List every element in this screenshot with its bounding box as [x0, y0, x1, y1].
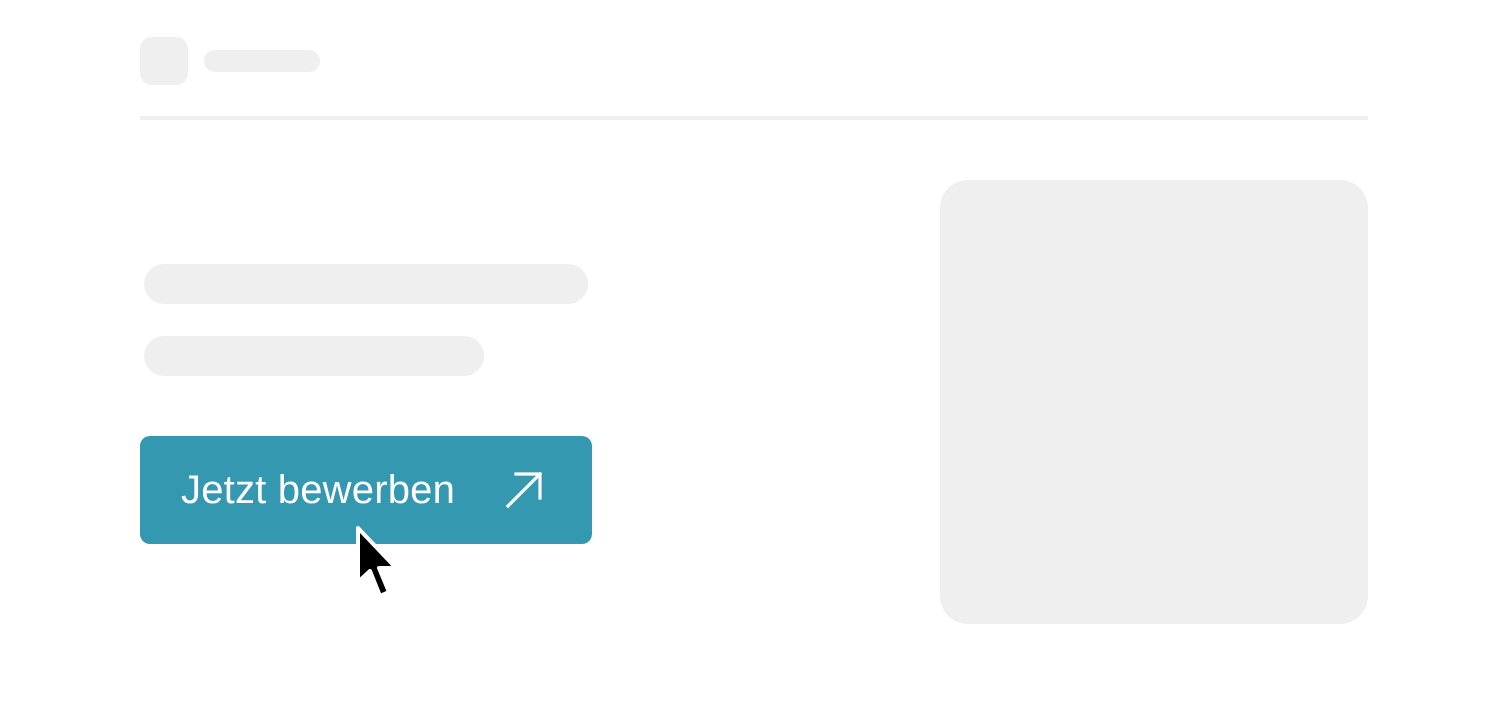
mouse-pointer-icon [356, 526, 398, 598]
header-divider [140, 116, 1368, 120]
image-placeholder [940, 180, 1368, 624]
apply-now-label: Jetzt bewerben [181, 468, 456, 512]
logo-placeholder [140, 37, 188, 85]
headline-placeholder-line-2 [144, 336, 484, 376]
brand-name-placeholder [204, 50, 320, 72]
headline-placeholder-line-1 [144, 264, 588, 304]
arrow-up-right-icon [505, 471, 543, 509]
